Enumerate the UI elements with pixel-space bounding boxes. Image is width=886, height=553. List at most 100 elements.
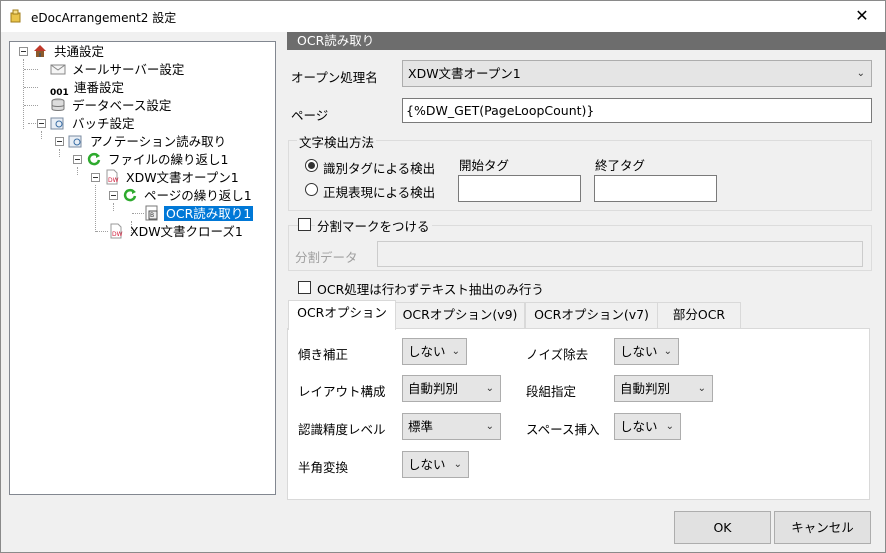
noise-select[interactable]: しない ⌄ [614,338,679,365]
page-label: ページ [291,108,329,123]
tree-item-database[interactable]: データベース設定 [50,97,173,115]
tree-item-label: 共通設定 [54,44,105,59]
tab-ocr-options[interactable]: OCRオプション [288,300,396,330]
layout-value: 自動判別 [408,381,459,396]
regex-detect-label[interactable]: 正規表現による検出 [323,182,435,201]
dw-document-icon: DW [110,223,123,239]
start-tag-field[interactable] [458,175,581,202]
layout-select[interactable]: 自動判別 ⌄ [402,375,501,402]
chevron-down-icon: ⌄ [485,383,494,394]
collapse-common-icon[interactable] [19,47,28,56]
chevron-down-icon: ⌄ [453,459,462,470]
end-tag-field[interactable] [594,175,717,202]
skew-select[interactable]: しない ⌄ [402,338,467,365]
house-icon [34,45,46,57]
text-only-label[interactable]: OCR処理は行わずテキスト抽出のみ行う [317,279,544,298]
collapse-batch-icon[interactable] [37,119,46,128]
accuracy-value: 標準 [408,419,434,434]
settings-window: eDocArrangement2 設定 ✕ 共通設定 メールサーバー設定 001… [0,0,886,553]
collapse-page-loop-icon[interactable] [109,191,118,200]
tree-item-file-loop[interactable]: ファイルの繰り返し1 [86,151,230,169]
space-label: スペース挿入 [526,422,600,437]
collapse-open-icon[interactable] [91,173,100,182]
batch-icon [50,117,64,130]
tab-ocr-options-v9[interactable]: OCRオプション(v9) [395,302,525,328]
app-icon [10,9,21,23]
tree-item-annotation[interactable]: アノテーション読み取り [68,133,228,151]
chevron-down-icon: ⌄ [856,68,865,79]
regex-detect-radio[interactable] [305,183,318,196]
tree-item-xdw-open[interactable]: DW XDW文書オープン1 [104,169,241,187]
split-mark-label[interactable]: 分割マークをつける [315,216,432,235]
tree-item-ocr[interactable]: B OCR読み取り1 [144,205,254,223]
open-process-select[interactable]: XDW文書オープン1 ⌄ [402,60,872,87]
page-value: {%DW_GET(PageLoopCount)} [406,103,595,118]
tree-item-mail-server[interactable]: メールサーバー設定 [50,61,186,79]
accuracy-select[interactable]: 標準 ⌄ [402,413,501,440]
end-tag-label: 終了タグ [595,158,646,173]
svg-text:DW: DW [112,231,123,238]
chevron-down-icon: ⌄ [451,346,460,357]
title-bar: eDocArrangement2 設定 ✕ [1,1,885,32]
section-title: OCR読み取り [287,32,886,50]
page-field[interactable]: {%DW_GET(PageLoopCount)} [402,98,872,123]
text-only-checkbox[interactable] [298,281,311,294]
noise-label: ノイズ除去 [526,347,589,362]
tree-item-batch[interactable]: バッチ設定 [50,115,137,133]
halfwidth-label: 半角変換 [298,460,349,475]
tag-detect-label[interactable]: 識別タグによる検出 [323,158,435,177]
start-tag-label: 開始タグ [459,158,510,173]
tree-item-page-loop[interactable]: ページの繰り返し1 [122,187,254,205]
tree-item-label: XDW文書オープン1 [126,170,239,185]
mail-icon [50,64,66,75]
tree-item-label: XDW文書クローズ1 [130,224,243,239]
layout-label: レイアウト構成 [298,384,386,399]
chevron-down-icon: ⌄ [665,421,674,432]
tree-item-xdw-close[interactable]: DW XDW文書クローズ1 [108,223,245,241]
column-label: 段組指定 [526,384,577,399]
tree-item-label: アノテーション読み取り [90,134,227,149]
column-value: 自動判別 [620,381,671,396]
chevron-down-icon: ⌄ [663,346,672,357]
open-process-value: XDW文書オープン1 [408,66,521,81]
cancel-button[interactable]: キャンセル [774,511,871,544]
halfwidth-select[interactable]: しない ⌄ [402,451,469,478]
loop-icon [123,188,137,202]
svg-text:DW: DW [108,177,119,184]
space-select[interactable]: しない ⌄ [614,413,681,440]
tree-item-label: データベース設定 [72,98,172,113]
tag-detect-radio[interactable] [305,159,318,172]
tree-item-common[interactable]: 共通設定 [32,43,106,61]
halfwidth-value: しない [408,457,446,472]
tab-ocr-options-v7[interactable]: OCRオプション(v7) [525,302,658,328]
column-select[interactable]: 自動判別 ⌄ [614,375,713,402]
tree-item-label: メールサーバー設定 [72,62,185,77]
skew-label: 傾き補正 [298,347,349,362]
close-icon[interactable]: ✕ [839,1,885,32]
split-data-label: 分割データ [295,250,358,265]
tree-item-serial[interactable]: 001 連番設定 [50,79,126,98]
collapse-annotation-icon[interactable] [55,137,64,146]
accuracy-label: 認識精度レベル [298,422,386,437]
skew-value: しない [408,344,446,359]
space-value: しない [620,419,658,434]
split-data-field[interactable] [377,241,863,267]
split-mark-checkbox[interactable] [298,218,311,231]
tree-item-label: OCR読み取り1 [164,206,254,221]
tree-item-label: ファイルの繰り返し1 [108,152,229,167]
tree-item-label: 連番設定 [74,80,125,95]
open-process-label: オープン処理名 [291,70,378,85]
chevron-down-icon: ⌄ [697,383,706,394]
dw-document-icon: DW [106,169,119,185]
window-title: eDocArrangement2 設定 [31,11,177,25]
tree-item-label: ページの繰り返し1 [144,188,252,203]
ok-button[interactable]: OK [674,511,771,544]
collapse-file-loop-icon[interactable] [73,155,82,164]
chevron-down-icon: ⌄ [485,421,494,432]
svg-text:B: B [150,212,154,219]
ocr-icon: B [145,205,158,221]
annotation-icon [68,135,82,148]
tab-partial-ocr[interactable]: 部分OCR [657,302,741,328]
settings-tree[interactable]: 共通設定 メールサーバー設定 001 連番設定 データベース設定 バッチ設定 アノ… [9,41,276,495]
loop-icon [87,152,101,166]
